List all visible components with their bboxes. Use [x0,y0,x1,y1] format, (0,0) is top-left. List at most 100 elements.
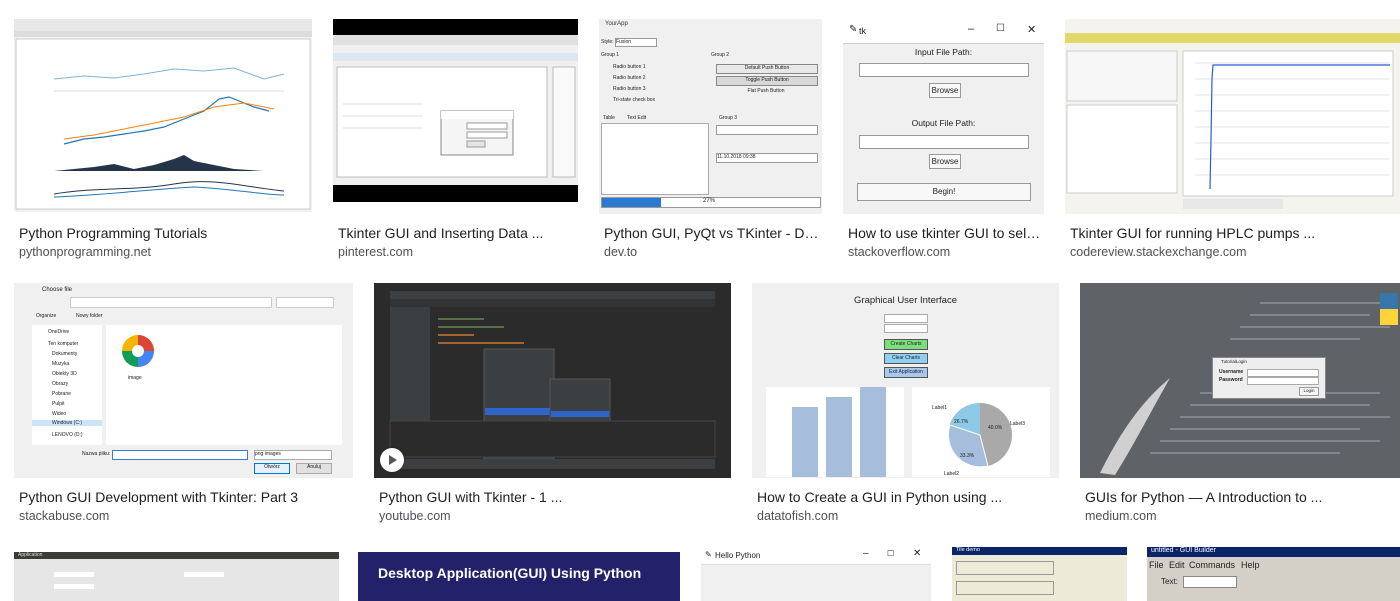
radio-2: Radio button 2 [613,75,646,81]
play-icon [380,448,404,472]
result-thumbnail[interactable] [374,283,731,478]
pie-label-3: Label3 [1010,421,1026,427]
input-path-field [859,63,1029,77]
result-source: codereview.stackexchange.com [1070,245,1247,259]
result-thumbnail[interactable]: Tile demo [952,547,1127,601]
pie-value-1: 26.7% [954,419,969,425]
minimize-icon: – [863,548,869,559]
dialog-title: Choose file [42,287,73,293]
file-label: image [128,375,142,381]
pie-label-2: Label2 [944,471,960,477]
search-box [276,297,334,308]
input-path-label: Input File Path: [914,47,973,57]
maximize-icon: ☐ [996,23,1005,34]
result-thumbnail[interactable]: ✎ Hello Python – ☐ ✕ [701,547,931,601]
result-source: pythonprogramming.net [19,245,152,259]
organize-button: Organize [36,313,57,319]
color-wheel-icon [122,335,154,367]
result-thumbnail[interactable] [14,19,312,212]
toolbar-row-1 [956,561,1054,575]
pie-value-2: 40.0% [988,425,1003,431]
result-source: stackoverflow.com [848,245,951,259]
login-dialog: TutorialLogin Username Password Login [1212,357,1326,399]
radio-3: Radio button 3 [613,86,646,92]
menu-help: Help [1241,560,1260,570]
tab-table: Table [603,115,615,121]
result-thumbnail[interactable]: Choose file Organize Nowy folder OneDriv… [14,283,353,478]
new-folder-button: Nowy folder [76,313,103,319]
window-title: Hello Python [715,551,761,560]
filename-label: Nazwa pliku: [82,451,111,457]
maximize-icon: ☐ [887,549,895,558]
result-thumbnail[interactable] [333,19,578,202]
result-thumbnail[interactable] [1065,19,1400,214]
result-title[interactable]: How to use tkinter GUI to sele... [848,225,1044,242]
result-source: datatofish.com [757,509,839,523]
nav-item: OneDrive [48,329,70,335]
result-title[interactable]: Python GUI with Tkinter - 1 ... [379,489,731,506]
nav-item-selected: Windows (C:) [32,420,102,426]
result-title[interactable]: Tkinter GUI and Inserting Data ... [338,225,578,242]
output-path-label: Output File Path: [911,118,976,128]
window-titlebar: ✎ tk – ☐ ✕ [843,19,1044,44]
cancel-button: Anuluj [296,463,332,474]
toggle-push-button: Toggle Push Button [716,76,818,86]
radio-1: Radio button 1 [613,64,646,70]
result-source: dev.to [604,245,638,259]
video-heading: Desktop Application(GUI) Using Python [378,565,642,581]
result-title[interactable]: Python GUI Development with Tkinter: Par… [19,489,353,506]
create-charts-button: Create Charts [884,339,928,350]
style-label: Style: [601,39,614,45]
login-button: Login [1299,387,1319,396]
field-3 [184,572,224,577]
style-combo: Fusion [615,38,657,47]
result-thumbnail[interactable]: Desktop Application(GUI) Using Python [358,552,680,601]
result-thumbnail[interactable]: ✎ tk – ☐ ✕ Input File Path: Browse Outpu… [843,19,1044,214]
close-icon: ✕ [1027,24,1037,36]
nav-item: Pobrane [52,391,71,397]
browse-button-1: Browse [929,83,961,98]
minimize-icon: – [968,23,975,35]
result-thumbnail[interactable]: Application [14,552,339,601]
field-1 [54,572,94,577]
nav-item: Obiekty 3D [52,371,77,377]
filter-combo: png images [254,450,332,460]
result-title[interactable]: GUIs for Python — A Introduction to ... [1085,489,1400,506]
clear-charts-button: Clear Charts [884,353,928,364]
result-thumbnail[interactable]: Graphical User Interface Create Charts C… [752,283,1059,478]
password-field [1247,377,1319,385]
nav-item: Obrazy [52,381,69,387]
toolbar-row-2 [956,581,1054,595]
pie-label-1: Label1 [932,405,948,411]
date-field: 11.10.2018 09:38 [716,153,818,163]
result-thumbnail[interactable]: TutorialLogin Username Password Login [1080,283,1400,478]
gui-heading: Graphical User Interface [854,295,957,306]
nav-item: Pulpit [52,401,65,407]
nav-item: Dokumenty [52,351,78,357]
nav-item: Ten komputer [48,341,79,347]
feather-icon: ✎ [705,550,712,559]
result-thumbnail[interactable]: YourApp Style: Fusion Group 1 Group 2 Ra… [599,19,822,214]
result-thumbnail[interactable]: untitled - GUI Builder File Edit Command… [1147,547,1400,601]
pie-chart [947,403,1012,468]
window-title: Tile demo [956,547,980,553]
username-label: Username [1219,369,1244,375]
result-title[interactable]: Tkinter GUI for running HPLC pumps ... [1070,225,1400,242]
result-title[interactable]: Python Programming Tutorials [19,225,309,242]
progress-fill [602,198,661,207]
result-source: pinterest.com [338,245,414,259]
hplc-wizard-screenshot [1065,33,1400,209]
begin-button: Begin! [857,183,1031,201]
result-source: medium.com [1085,509,1157,523]
tab-text-edit: Text Edit [627,115,647,121]
result-title[interactable]: How to Create a GUI in Python using ... [757,489,1059,506]
file-area: image [106,325,342,445]
result-source: youtube.com [379,509,451,523]
exit-application-button: Exit Application [884,367,928,378]
nav-item: LENOVO (D:) [52,432,83,438]
group-3-label: Group 3 [719,115,738,121]
result-title[interactable]: Python GUI, PyQt vs TKinter - DEV... [604,225,824,242]
table-area [601,123,709,195]
nav-item: Muzyka [52,361,70,367]
titlebar [14,552,339,559]
